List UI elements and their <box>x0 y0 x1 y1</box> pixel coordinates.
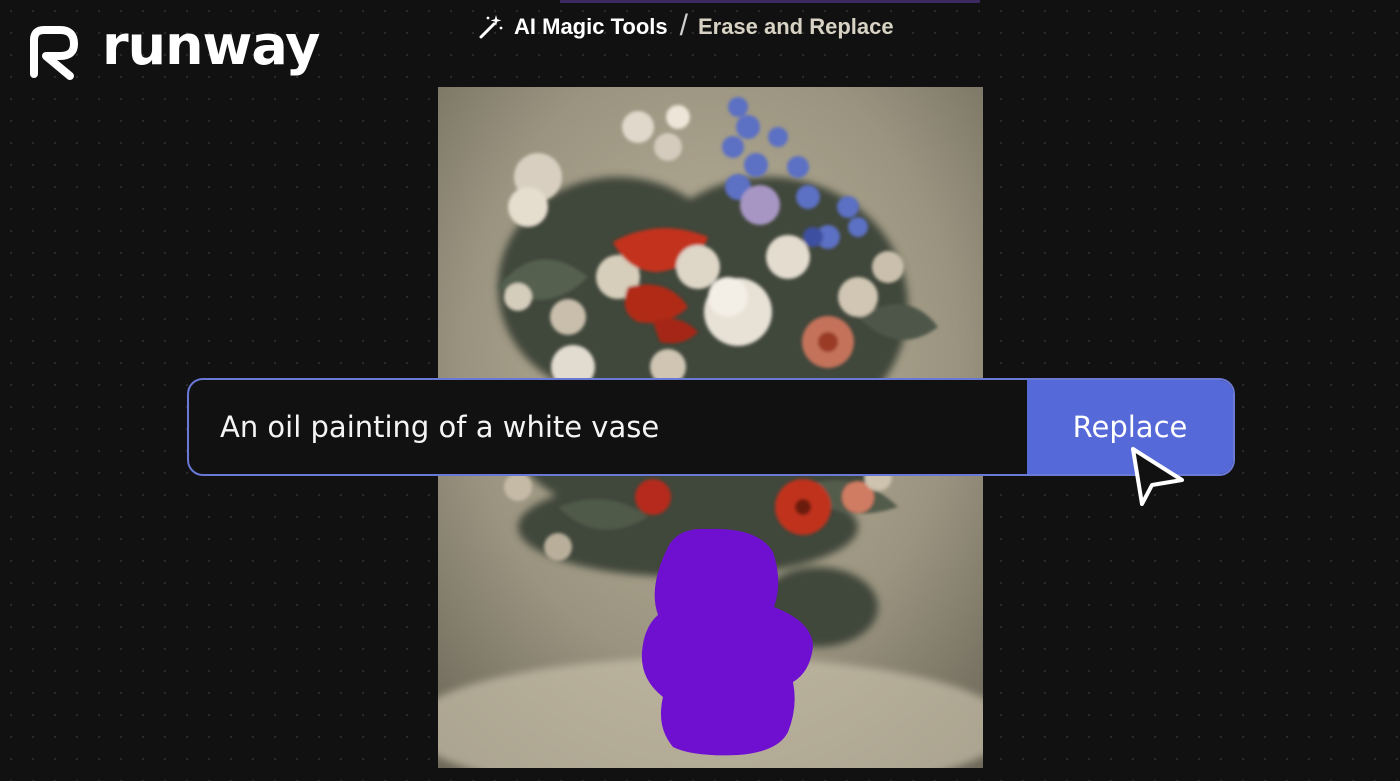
top-accent-line <box>560 0 980 3</box>
arrow-cursor-icon <box>1131 447 1184 506</box>
breadcrumb-separator: / <box>679 9 688 42</box>
magic-wand-icon <box>479 15 503 39</box>
brand-name: runway <box>102 14 320 77</box>
runway-logo[interactable]: runway <box>22 14 320 84</box>
prompt-bar: Replace <box>187 378 1235 476</box>
breadcrumb-ai-magic-tools[interactable]: AI Magic Tools <box>514 14 668 40</box>
breadcrumb-erase-and-replace: Erase and Replace <box>697 14 894 39</box>
breadcrumb: AI Magic Tools / Erase and Replace <box>476 9 894 44</box>
prompt-input[interactable] <box>189 380 1027 474</box>
runway-r-logo-icon <box>30 26 78 80</box>
